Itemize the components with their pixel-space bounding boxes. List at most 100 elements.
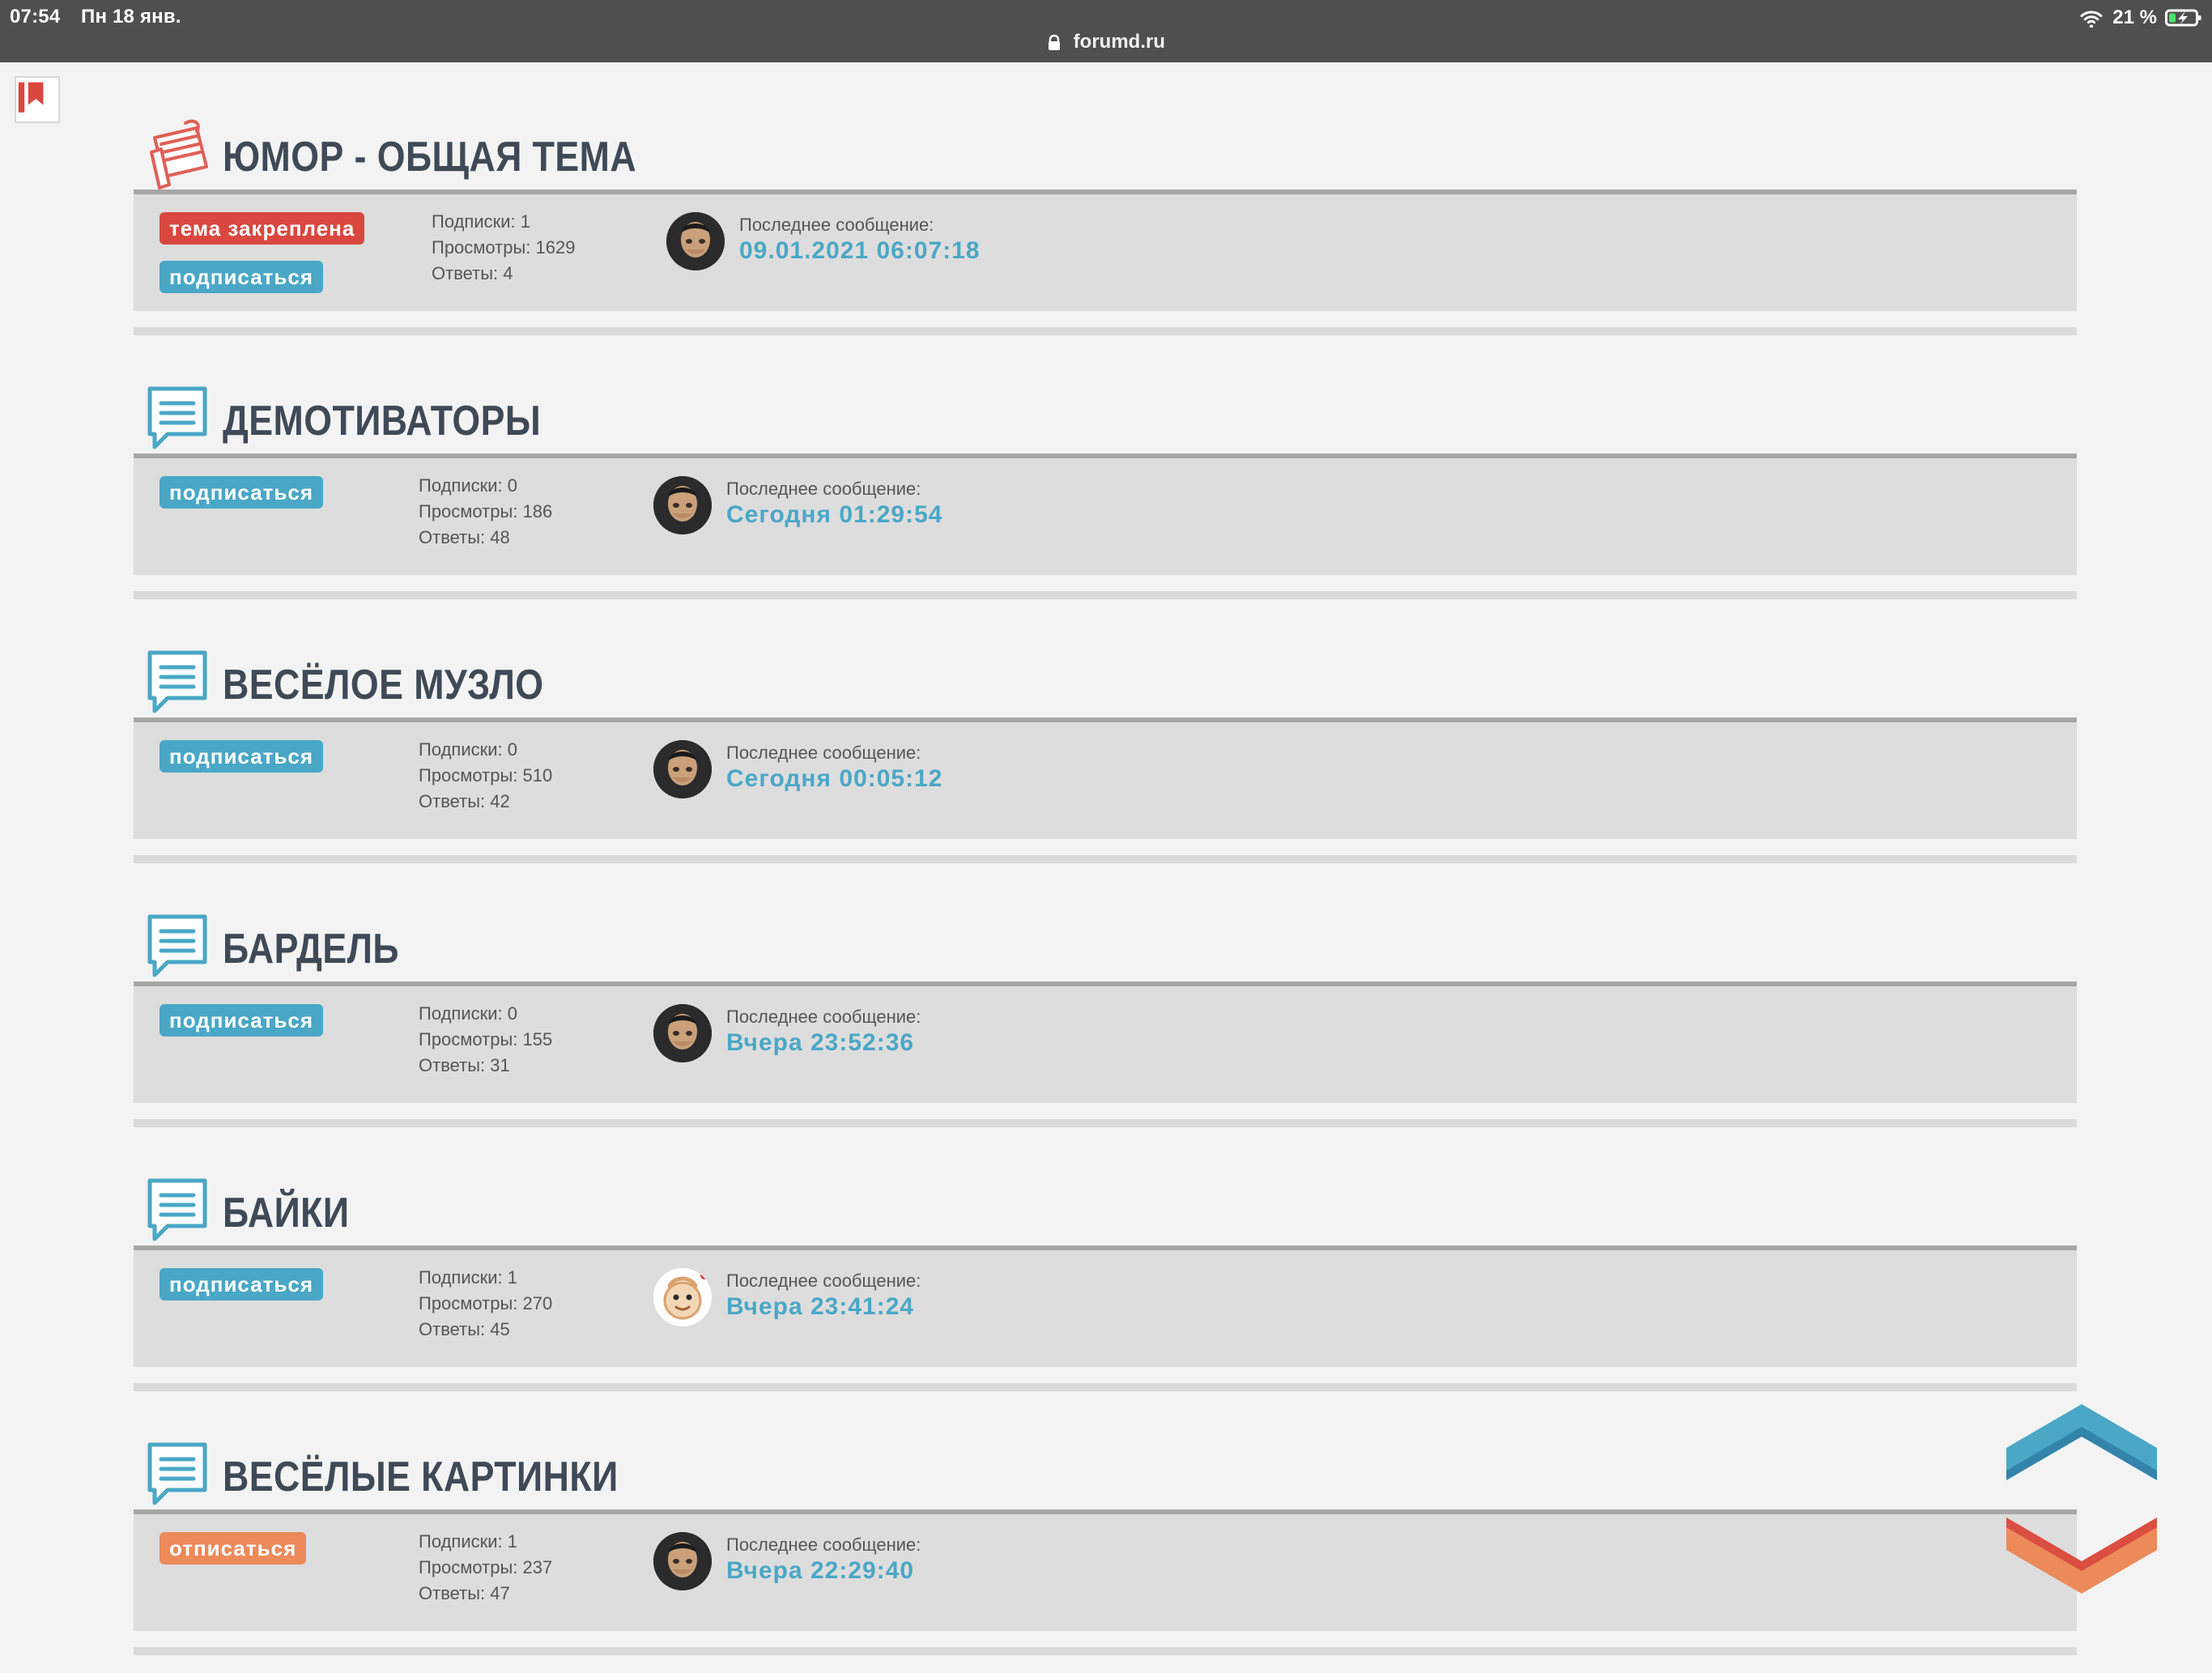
avatar[interactable] [653,1268,712,1326]
topic-stats: Подписки: 1 Просмотры: 237 Ответы: 47 [419,1529,552,1607]
subscriptions-count: 1 [520,211,530,232]
last-message-link[interactable]: Сегодня 00:05:12 [726,764,942,794]
last-message-link[interactable]: Сегодня 01:29:54 [726,500,942,530]
last-message-link[interactable]: Вчера 23:41:24 [726,1292,921,1322]
subscribe-button[interactable]: подписаться [160,261,324,293]
man-avatar-icon [653,476,712,534]
subscriptions-count: 0 [507,739,517,760]
topic-block: БАЙКИ подписаться Подписки: 1 Просмотры:… [134,1145,2077,1391]
views-label: Просмотры: [419,765,523,785]
topic-title[interactable]: ЮМОР - ОБЩАЯ ТЕМА [223,136,636,189]
topic-title[interactable]: ВЕСЁЛОЕ МУЗЛО [223,664,543,717]
avatar[interactable] [653,1532,712,1590]
topic-stats: Подписки: 0 Просмотры: 510 Ответы: 42 [419,737,552,815]
subscriptions-label: Подписки: [419,1531,508,1552]
topic-title[interactable]: ДЕМОТИВАТОРЫ [223,400,541,453]
last-message: Последнее сообщение: Вчера 23:52:36 [653,1004,921,1062]
topic-divider [134,1647,2077,1655]
subscriptions-line: Подписки: 0 [419,1001,552,1027]
chevron-down-icon [2006,1518,2157,1594]
last-message-text: Последнее сообщение: Сегодня 01:29:54 [726,476,942,530]
topic-actions: подписаться [160,1268,386,1301]
views-count: 237 [522,1557,553,1577]
topic-block: ВЕСЁЛОЕ МУЗЛО подписаться Подписки: 0 Пр… [134,617,2077,863]
avatar[interactable] [653,740,712,798]
views-label: Просмотры: [419,1557,523,1577]
topic-divider [134,1383,2077,1391]
subscriptions-label: Подписки: [419,1003,508,1024]
topic-title[interactable]: ВЕСЁЛЫЕ КАРТИНКИ [223,1456,619,1509]
status-date: Пн 18 янв. [81,6,181,28]
replies-label: Ответы: [419,791,491,811]
subscriptions-line: Подписки: 1 [419,1529,552,1555]
last-message-label: Последнее сообщение: [726,1007,921,1027]
subscribe-button[interactable]: подписаться [160,1004,324,1037]
topic-header[interactable]: ДЕМОТИВАТОРЫ [134,353,2077,453]
subscribe-button[interactable]: подписаться [160,740,324,773]
topic-actions: подписаться [160,476,386,509]
unsubscribe-button[interactable]: отписаться [160,1532,307,1564]
status-time: 07:54 [10,6,61,28]
topic-actions: тема закреплена подписаться [160,212,386,293]
views-line: Просмотры: 186 [419,499,552,525]
subscriptions-label: Подписки: [419,739,508,760]
topic-header[interactable]: ЮМОР - ОБЩАЯ ТЕМА [134,89,2077,189]
subscriptions-count: 0 [507,1003,517,1024]
lock-icon [1047,34,1061,52]
replies-count: 45 [490,1319,510,1339]
views-count: 510 [522,765,553,785]
topic-stats: Подписки: 1 Просмотры: 270 Ответы: 45 [419,1265,552,1343]
address-bar[interactable]: forumd.ru [0,31,2212,53]
avatar[interactable] [666,212,725,270]
subscribe-button[interactable]: подписаться [160,476,324,509]
replies-label: Ответы: [432,263,504,283]
last-message: Последнее сообщение: Сегодня 00:05:12 [653,740,942,798]
man-avatar-icon [666,212,725,270]
topic-header[interactable]: БАРДЕЛЬ [134,881,2077,981]
browser-topbar: 07:54 Пн 18 янв. 21 % forumd.ru [0,0,2212,62]
views-label: Просмотры: [432,237,536,258]
last-message-link[interactable]: 09.01.2021 06:07:18 [739,236,981,266]
replies-line: Ответы: 47 [419,1581,552,1607]
topic-divider [134,591,2077,599]
subscriptions-line: Подписки: 0 [419,473,552,499]
last-message-link[interactable]: Вчера 23:52:36 [726,1028,921,1058]
scroll-down-button[interactable] [2000,1511,2163,1600]
last-message-text: Последнее сообщение: Вчера 23:52:36 [726,1004,921,1058]
scroll-up-button[interactable] [2000,1398,2163,1487]
topic-header[interactable]: БАЙКИ [134,1145,2077,1245]
topic-actions: подписаться [160,1004,386,1037]
last-message: Последнее сообщение: 09.01.2021 06:07:18 [666,212,981,270]
avatar[interactable] [653,1004,712,1062]
bookmark-marker[interactable] [15,76,60,123]
topic-title[interactable]: БАЙКИ [223,1192,349,1245]
views-label: Просмотры: [419,501,523,521]
subscriptions-label: Подписки: [432,211,521,232]
wifi-icon [2078,8,2104,28]
man-avatar-icon [653,1004,712,1062]
last-message: Последнее сообщение: Вчера 22:29:40 [653,1532,921,1590]
online-indicator [699,1270,710,1281]
topic-panel: отписаться Подписки: 1 Просмотры: 237 От… [134,1509,2077,1631]
topic-header[interactable]: ВЕСЁЛЫЕ КАРТИНКИ [134,1409,2077,1509]
topic-header[interactable]: ВЕСЁЛОЕ МУЗЛО [134,617,2077,717]
topic-panel: подписаться Подписки: 1 Просмотры: 270 О… [134,1245,2077,1367]
chat-icon [140,907,215,981]
last-message-link[interactable]: Вчера 22:29:40 [726,1556,921,1586]
subscribe-button[interactable]: подписаться [160,1268,324,1301]
replies-line: Ответы: 48 [419,525,552,551]
replies-count: 4 [503,263,513,283]
avatar[interactable] [653,476,712,534]
views-count: 186 [522,501,553,521]
subscriptions-line: Подписки: 1 [419,1265,552,1291]
topic-stats: Подписки: 0 Просмотры: 186 Ответы: 48 [419,473,552,551]
last-message: Последнее сообщение: Вчера 23:41:24 [653,1268,921,1326]
topic-panel: подписаться Подписки: 0 Просмотры: 510 О… [134,717,2077,839]
pinned-badge: тема закреплена [160,212,365,245]
replies-line: Ответы: 31 [419,1053,552,1079]
last-message-text: Последнее сообщение: Вчера 23:41:24 [726,1268,921,1322]
topic-divider [134,855,2077,863]
subscriptions-line: Подписки: 1 [432,209,575,235]
views-line: Просмотры: 155 [419,1027,552,1053]
topic-title[interactable]: БАРДЕЛЬ [223,928,399,981]
